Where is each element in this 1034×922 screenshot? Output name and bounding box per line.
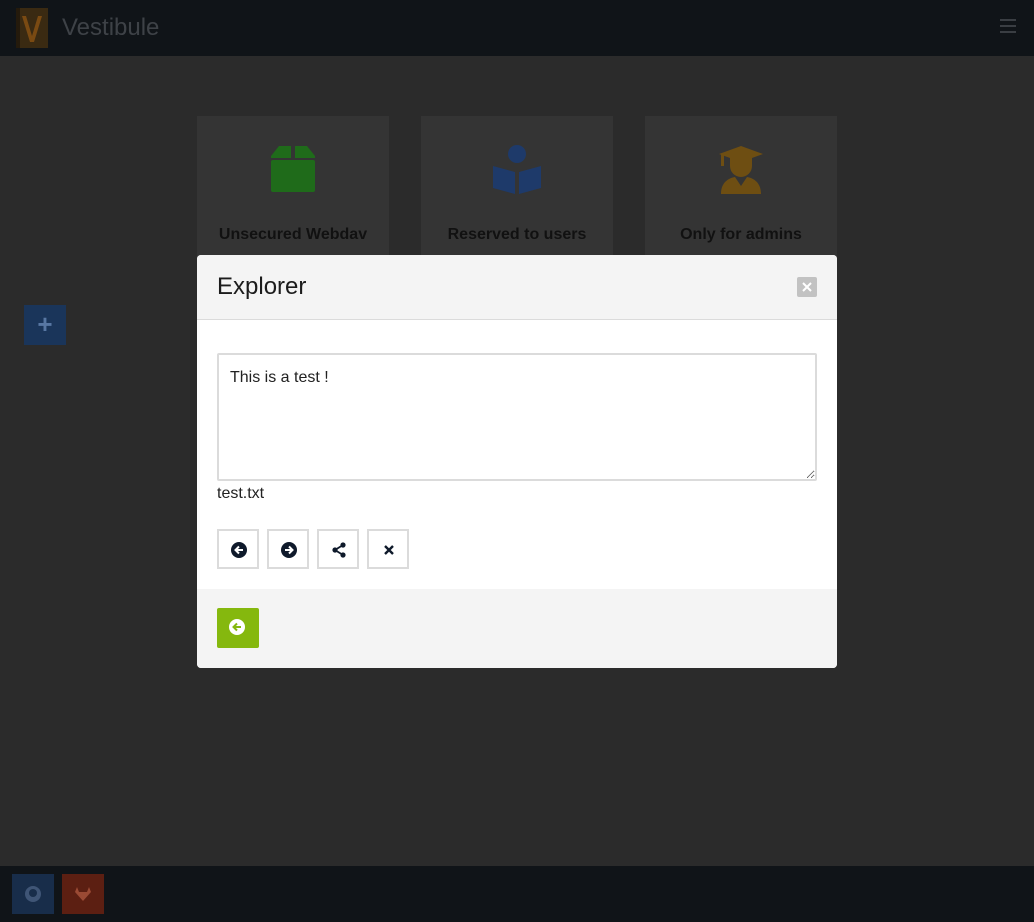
next-button[interactable] xyxy=(267,529,309,569)
navbar: Vestibule xyxy=(0,0,1034,56)
card-unsecured-webdav[interactable]: Unsecured Webdav xyxy=(197,116,389,266)
menu-icon[interactable] xyxy=(1000,19,1016,33)
footer xyxy=(0,866,1034,922)
add-button[interactable]: + xyxy=(24,305,66,345)
modal-close-button[interactable] xyxy=(797,277,817,297)
card-title: Unsecured Webdav xyxy=(218,226,368,243)
github-icon xyxy=(25,886,41,902)
back-button[interactable] xyxy=(217,608,259,648)
back-arrow-icon xyxy=(229,619,245,635)
modal-footer xyxy=(197,589,837,668)
box-icon xyxy=(271,146,315,192)
github-button[interactable] xyxy=(12,874,54,914)
gitlab-button[interactable] xyxy=(62,874,104,914)
user-graduate-icon xyxy=(719,146,763,194)
file-name: test.txt xyxy=(217,485,265,502)
book-reader-icon xyxy=(493,145,541,194)
card-only-for-admins[interactable]: Only for admins xyxy=(645,116,837,266)
file-content-editor[interactable] xyxy=(217,353,817,481)
previous-icon xyxy=(231,542,247,558)
next-icon xyxy=(281,542,297,558)
modal-header: Explorer xyxy=(197,255,837,320)
modal-title: Explorer xyxy=(217,273,307,300)
close-icon xyxy=(802,282,812,292)
app-title[interactable]: Vestibule xyxy=(62,12,159,44)
gitlab-icon xyxy=(75,887,91,901)
explorer-modal: Explorer test.txt xyxy=(197,255,837,668)
share-icon xyxy=(332,542,346,558)
vestibule-logo[interactable] xyxy=(16,8,48,48)
close-icon xyxy=(384,545,394,555)
share-button[interactable] xyxy=(317,529,359,569)
card-reserved-to-users[interactable]: Reserved to users xyxy=(421,116,613,266)
card-title: Reserved to users xyxy=(447,226,587,243)
previous-button[interactable] xyxy=(217,529,259,569)
close-file-button[interactable] xyxy=(367,529,409,569)
card-title: Only for admins xyxy=(680,226,802,243)
